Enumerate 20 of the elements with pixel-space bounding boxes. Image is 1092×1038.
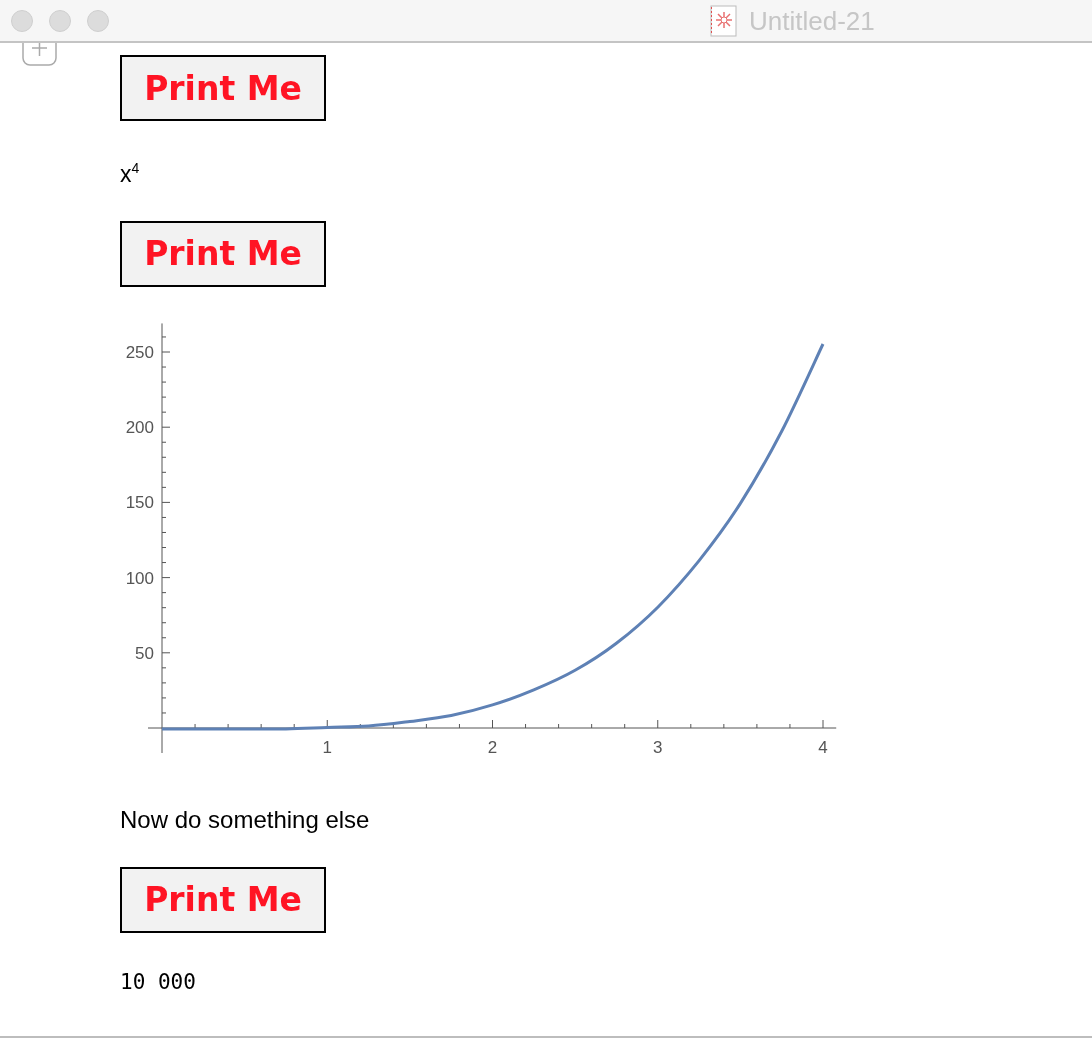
print-button[interactable]: Print Me	[120, 220, 326, 287]
y-tick-label: 250	[125, 342, 154, 362]
add-cell-icon[interactable]	[22, 43, 57, 66]
close-button[interactable]	[11, 9, 33, 32]
x-tick-label: 1	[322, 737, 332, 757]
y-tick-label: 100	[125, 568, 154, 588]
y-tick-label: 200	[125, 417, 154, 437]
print-button[interactable]: Print Me	[120, 55, 326, 121]
text-line: Now do something else	[120, 805, 370, 833]
print-button[interactable]: Print Me	[120, 866, 326, 933]
zoom-button[interactable]	[87, 9, 109, 32]
document-icon	[710, 5, 737, 37]
x-tick-label: 3	[653, 737, 663, 757]
x-tick-label: 2	[487, 737, 498, 757]
y-tick-label: 50	[135, 643, 154, 663]
math-expression: x$^{4}$	[120, 160, 140, 187]
y-tick-label: 150	[125, 493, 154, 513]
output-value: 10 000	[120, 969, 196, 994]
minimize-button[interactable]	[49, 9, 71, 32]
x-tick-label: 4	[818, 737, 828, 757]
